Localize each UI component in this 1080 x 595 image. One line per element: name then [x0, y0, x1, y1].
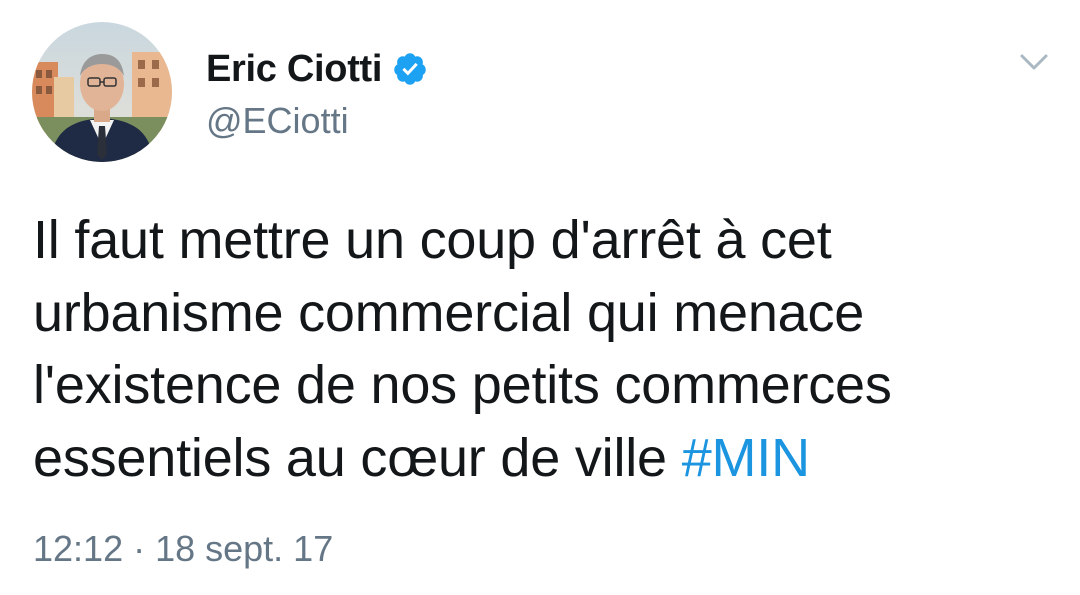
hashtag-link[interactable]: #MIN — [682, 428, 810, 488]
tweet-text-line: l'existence de nos petits commerces — [33, 355, 892, 415]
tweet-text-segment: essentiels au cœur de ville — [33, 427, 682, 488]
tweet-text: Il faut mettre un coup d'arrêt à cet urb… — [33, 204, 1043, 494]
verified-badge-icon — [392, 51, 428, 87]
tweet-card: Eric Ciotti @ECiotti Il faut mettre un c… — [0, 0, 1080, 595]
author-handle[interactable]: @ECiotti — [206, 100, 349, 142]
tweet-text-line: Il faut mettre un coup d'arrêt à cet — [33, 210, 832, 270]
tweet-text-line: essentiels au cœur de ville #MIN — [33, 422, 1043, 495]
avatar-photo — [32, 22, 172, 162]
chevron-down-icon[interactable] — [1014, 46, 1054, 78]
tweet-text-line: urbanisme commercial qui menace — [33, 282, 865, 343]
tweet-timestamp[interactable]: 12:12 · 18 sept. 17 — [33, 528, 333, 570]
author-display-name[interactable]: Eric Ciotti — [206, 48, 382, 91]
author-name-row[interactable]: Eric Ciotti — [206, 44, 428, 94]
avatar[interactable] — [32, 22, 172, 162]
